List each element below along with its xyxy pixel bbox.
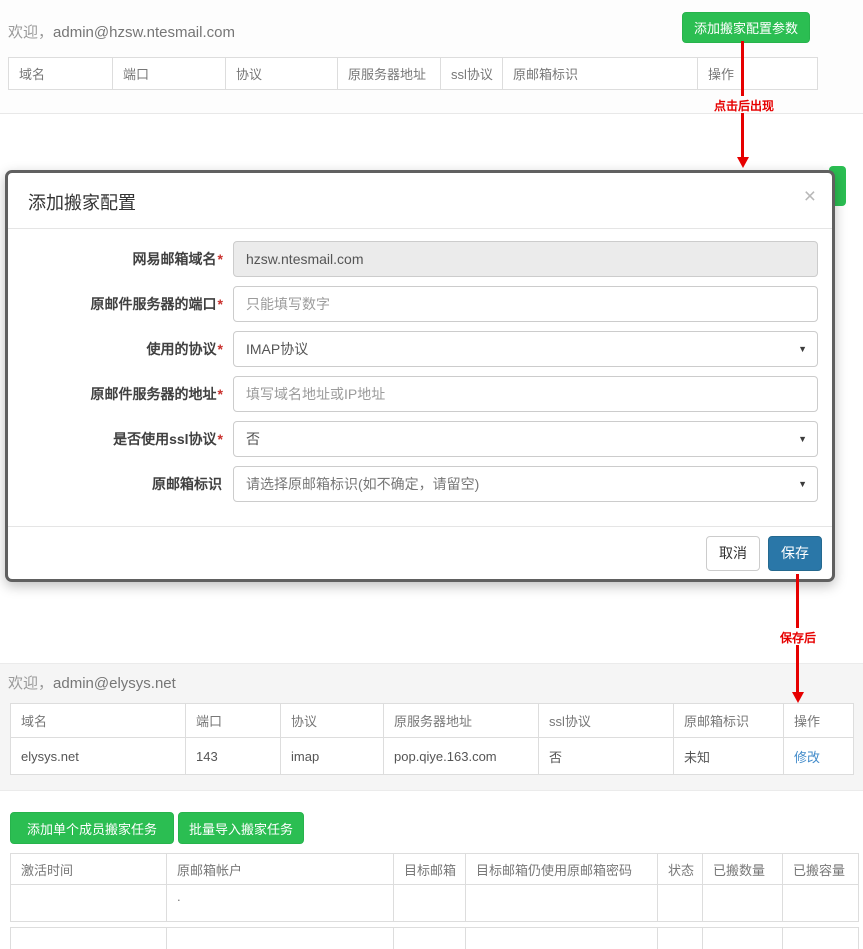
close-icon[interactable]: × — [804, 186, 816, 207]
server-address-input[interactable] — [233, 376, 818, 412]
col-action: 操作 — [784, 704, 854, 738]
cell-flag: 未知 — [674, 738, 784, 775]
arrow-line — [741, 41, 744, 96]
page: 欢迎，admin@hzsw.ntesmail.com 添加搬家配置参数 域名 端… — [0, 0, 863, 949]
form-row: 原邮箱标识 请选择原邮箱标识(如不确定，请留空)▼ — [8, 466, 832, 502]
col-target-mailbox: 目标邮箱 — [394, 854, 466, 885]
arrow-down-icon — [792, 692, 804, 703]
chevron-down-icon: ▼ — [798, 421, 807, 457]
cancel-button[interactable]: 取消 — [706, 536, 760, 571]
welcome-prefix: 欢迎， — [8, 24, 53, 41]
col-domain: 域名 — [11, 704, 186, 738]
cell-domain: elysys.net — [11, 738, 186, 775]
saved-screenshot-strip: 欢迎，admin@elysys.net 域名 端口 协议 原服务器地址 ssl协… — [0, 663, 863, 791]
welcome-prefix: 欢迎， — [8, 675, 53, 692]
col-activate-time: 激活时间 — [11, 854, 167, 885]
field-label: 是否使用ssl协议 — [113, 431, 216, 447]
chevron-down-icon: ▼ — [798, 466, 807, 502]
cell-port: 143 — [186, 738, 281, 775]
mailbox-flag-select[interactable]: 请选择原邮箱标识(如不确定，请留空)▼ — [233, 466, 818, 502]
arrow-line — [741, 113, 744, 157]
field-label: 原邮件服务器的端口 — [91, 296, 217, 312]
required-asterisk: * — [218, 341, 223, 357]
batch-import-button[interactable]: 批量导入搬家任务 — [178, 812, 304, 844]
cell-server: pop.qiye.163.com — [384, 738, 539, 775]
netease-domain-input[interactable] — [233, 241, 818, 277]
col-protocol: 协议 — [226, 58, 338, 90]
col-moved-count: 已搬数量 — [703, 854, 783, 885]
welcome-text: 欢迎，admin@elysys.net — [8, 672, 176, 693]
chevron-down-icon: ▼ — [798, 331, 807, 367]
server-port-input[interactable] — [233, 286, 818, 322]
modal-header: 添加搬家配置 × — [8, 173, 832, 229]
modal-footer: 取消 保存 — [8, 526, 832, 579]
add-config-modal: 添加搬家配置 × 网易邮箱域名* 原邮件服务器的端口* 使用的协议* IMAP协… — [5, 170, 835, 582]
modify-link[interactable]: 修改 — [794, 750, 820, 765]
col-flag: 原邮箱标识 — [674, 704, 784, 738]
col-server: 原服务器地址 — [384, 704, 539, 738]
cell-ssl: 否 — [539, 738, 674, 775]
form-row: 是否使用ssl协议* 否▼ — [8, 421, 832, 457]
welcome-text: 欢迎，admin@hzsw.ntesmail.com — [8, 21, 235, 42]
add-config-button[interactable]: 添加搬家配置参数 — [682, 12, 810, 43]
arrow-down-icon — [737, 157, 749, 168]
field-label: 网易邮箱域名 — [133, 251, 217, 267]
task-table: 激活时间 原邮箱帐户 目标邮箱 目标邮箱仍使用原邮箱密码 状态 已搬数量 已搬容… — [10, 853, 859, 922]
form-row: 使用的协议* IMAP协议▼ — [8, 331, 832, 367]
annotation-after-click: 点击后出现 — [714, 97, 774, 114]
form-row: 原邮件服务器的端口* — [8, 286, 832, 322]
required-asterisk: * — [218, 386, 223, 402]
col-protocol: 协议 — [281, 704, 384, 738]
required-asterisk: * — [218, 296, 223, 312]
field-label: 使用的协议 — [147, 341, 217, 357]
col-ssl: ssl协议 — [441, 58, 503, 90]
col-domain: 域名 — [9, 58, 113, 90]
col-keep-password: 目标邮箱仍使用原邮箱密码 — [466, 854, 658, 885]
modal-title: 添加搬家配置 — [28, 189, 136, 215]
col-port: 端口 — [113, 58, 226, 90]
table-row: elysys.net 143 imap pop.qiye.163.com 否 未… — [11, 738, 854, 775]
ssl-select[interactable]: 否▼ — [233, 421, 818, 457]
form-row: 网易邮箱域名* — [8, 241, 832, 277]
task-table-next-row — [10, 927, 859, 949]
col-moved-size: 已搬容量 — [783, 854, 859, 885]
col-server: 原服务器地址 — [338, 58, 441, 90]
admin-email: admin@hzsw.ntesmail.com — [53, 24, 235, 41]
config-table-saved: 域名 端口 协议 原服务器地址 ssl协议 原邮箱标识 操作 elysys.ne… — [10, 703, 854, 775]
col-flag: 原邮箱标识 — [503, 58, 698, 90]
field-label: 原邮箱标识 — [152, 476, 222, 492]
col-source-account: 原邮箱帐户 — [167, 854, 394, 885]
save-button[interactable]: 保存 — [768, 536, 822, 571]
table-row — [11, 928, 859, 949]
col-action: 操作 — [698, 58, 818, 90]
table-row: . — [11, 885, 859, 922]
required-asterisk: * — [218, 251, 223, 267]
modal-body: 网易邮箱域名* 原邮件服务器的端口* 使用的协议* IMAP协议▼ 原邮件服务器… — [8, 228, 832, 511]
col-port: 端口 — [186, 704, 281, 738]
col-ssl: ssl协议 — [539, 704, 674, 738]
admin-email: admin@elysys.net — [53, 675, 176, 692]
field-label: 原邮件服务器的地址 — [91, 386, 217, 402]
form-row: 原邮件服务器的地址* — [8, 376, 832, 412]
cell-protocol: imap — [281, 738, 384, 775]
annotation-after-save: 保存后 — [780, 629, 816, 646]
arrow-line — [796, 645, 799, 692]
protocol-select[interactable]: IMAP协议▼ — [233, 331, 818, 367]
config-table-empty: 域名 端口 协议 原服务器地址 ssl协议 原邮箱标识 操作 — [8, 57, 818, 90]
arrow-line — [796, 574, 799, 628]
required-asterisk: * — [218, 431, 223, 447]
col-status: 状态 — [658, 854, 703, 885]
add-single-task-button[interactable]: 添加单个成员搬家任务 — [10, 812, 174, 844]
cell-source-account: . — [167, 885, 394, 922]
